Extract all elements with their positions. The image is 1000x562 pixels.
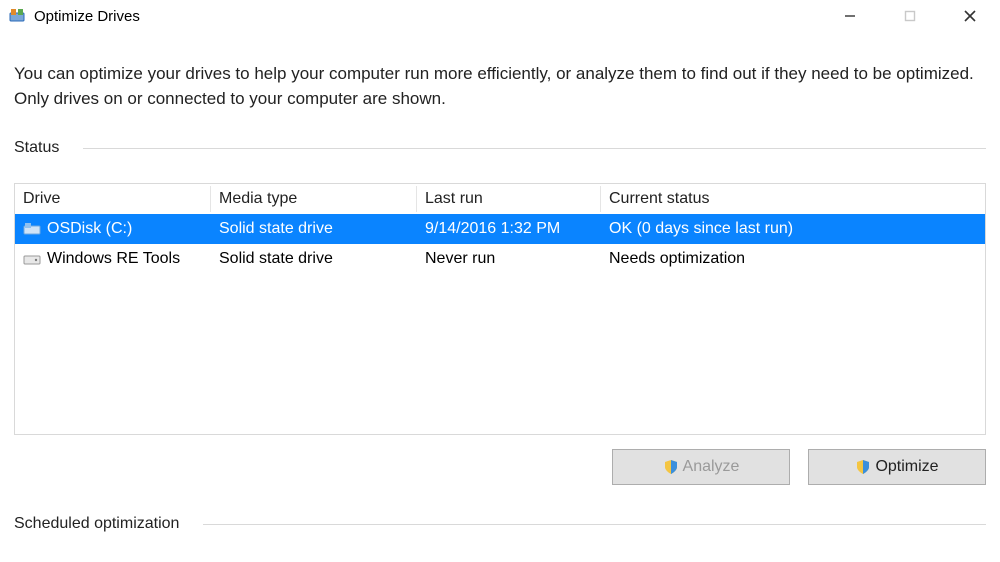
table-row[interactable]: Windows RE Tools Solid state drive Never… [15, 244, 985, 274]
col-current-status[interactable]: Current status [601, 186, 985, 212]
description-text: You can optimize your drives to help you… [14, 62, 986, 111]
drive-icon [23, 252, 41, 266]
last-run: 9/14/2016 1:32 PM [417, 216, 601, 242]
shield-icon [855, 459, 871, 475]
current-status: OK (0 days since last run) [601, 216, 985, 242]
window-controls [820, 0, 1000, 32]
analyze-label: Analyze [683, 458, 740, 476]
scheduled-label: Scheduled optimization [14, 515, 203, 533]
drive-icon [23, 222, 41, 236]
status-label: Status [14, 139, 83, 157]
drive-list[interactable]: Drive Media type Last run Current status… [14, 183, 986, 435]
col-last-run[interactable]: Last run [417, 186, 601, 212]
divider [203, 524, 986, 525]
close-button[interactable] [940, 0, 1000, 32]
analyze-button[interactable]: Analyze [612, 449, 790, 485]
current-status: Needs optimization [601, 246, 985, 272]
table-row[interactable]: OSDisk (C:) Solid state drive 9/14/2016 … [15, 214, 985, 244]
media-type: Solid state drive [211, 216, 417, 242]
minimize-button[interactable] [820, 0, 880, 32]
divider [83, 148, 986, 149]
app-icon [8, 7, 26, 25]
window-title: Optimize Drives [34, 8, 140, 25]
drive-list-header: Drive Media type Last run Current status [15, 184, 985, 214]
col-media-type[interactable]: Media type [211, 186, 417, 212]
shield-icon [663, 459, 679, 475]
scheduled-section-header: Scheduled optimization [14, 515, 986, 533]
media-type: Solid state drive [211, 246, 417, 272]
action-buttons: Analyze Optimize [14, 449, 986, 485]
drive-name: OSDisk (C:) [47, 220, 132, 238]
maximize-button[interactable] [880, 0, 940, 32]
col-drive[interactable]: Drive [15, 186, 211, 212]
optimize-button[interactable]: Optimize [808, 449, 986, 485]
drive-name: Windows RE Tools [47, 250, 180, 268]
status-section-header: Status [14, 139, 986, 157]
last-run: Never run [417, 246, 601, 272]
titlebar: Optimize Drives [0, 0, 1000, 32]
optimize-label: Optimize [875, 458, 938, 476]
